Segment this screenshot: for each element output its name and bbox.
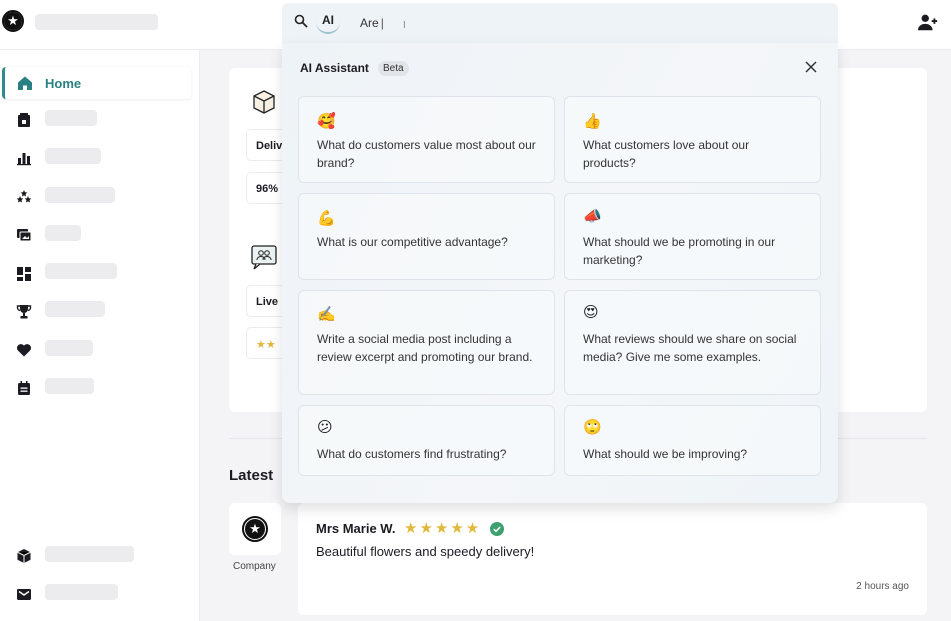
reviewer-name: Mrs Marie W. bbox=[316, 521, 396, 536]
box-icon[interactable] bbox=[16, 548, 32, 564]
heart-icon[interactable] bbox=[16, 342, 32, 358]
close-icon[interactable] bbox=[804, 60, 818, 74]
writing-hand-emoji-icon: ✍️ bbox=[317, 306, 336, 323]
latest-heading: Latest bbox=[229, 467, 274, 484]
company-avatar[interactable]: ★ bbox=[229, 503, 281, 555]
sidebar-item-label: Home bbox=[45, 75, 82, 91]
suggestion-card[interactable]: 😕 What do customers find frustrating? bbox=[298, 405, 555, 476]
suggestion-card[interactable]: 🥰 What do customers value most about our… bbox=[298, 96, 555, 183]
review-stars: ★★★★★ bbox=[404, 520, 482, 537]
ai-assistant-panel: AI Assistant Beta 🥰 What do customers va… bbox=[282, 43, 838, 503]
review-timestamp: 2 hours ago bbox=[856, 581, 909, 592]
suggestion-text: What reviews should we share on social m… bbox=[583, 332, 797, 364]
search-icon[interactable] bbox=[294, 14, 308, 28]
review-text: Beautiful flowers and speedy delivery! bbox=[316, 544, 535, 559]
inbox-icon[interactable] bbox=[16, 586, 32, 602]
calendar-icon[interactable] bbox=[16, 380, 32, 396]
sidebar-label-placeholder bbox=[45, 340, 93, 356]
suggestion-card[interactable]: 😍 What reviews should we share on social… bbox=[564, 290, 821, 395]
eye-roll-emoji-icon: 🙄 bbox=[583, 419, 602, 436]
ai-mode-toggle[interactable]: AI bbox=[316, 10, 340, 34]
sidebar-label-placeholder bbox=[45, 301, 105, 317]
bar-chart-icon[interactable] bbox=[16, 150, 32, 166]
suggestion-card[interactable]: 🙄 What should we be improving? bbox=[564, 405, 821, 476]
text-cursor-icon: I bbox=[403, 20, 406, 31]
company-label: Company bbox=[233, 561, 276, 572]
suggestion-text: What should we be promoting in our marke… bbox=[583, 235, 776, 267]
sidebar-label-placeholder bbox=[45, 584, 118, 600]
suggestion-card[interactable]: 👍 What customers love about our products… bbox=[564, 96, 821, 183]
ai-search-bar[interactable]: AI Are I bbox=[282, 3, 838, 43]
suggestion-card[interactable]: ✍️ Write a social media post including a… bbox=[298, 290, 555, 395]
flexed-biceps-emoji-icon: 💪 bbox=[317, 210, 336, 227]
sidebar: Home bbox=[0, 50, 200, 621]
package-icon bbox=[253, 90, 275, 114]
sidebar-label-placeholder bbox=[45, 187, 115, 203]
suggestion-text: What customers love about our products? bbox=[583, 138, 750, 170]
suggestion-text: What do customers value most about our b… bbox=[317, 138, 536, 170]
suggestion-text: Write a social media post including a re… bbox=[317, 332, 533, 364]
dashboard-icon[interactable] bbox=[16, 266, 32, 282]
confused-face-emoji-icon: 😕 bbox=[317, 419, 333, 436]
home-icon bbox=[18, 76, 32, 90]
verified-icon bbox=[490, 522, 504, 536]
trophy-icon[interactable] bbox=[16, 304, 32, 320]
suggestion-card[interactable]: 📣 What should we be promoting in our mar… bbox=[564, 193, 821, 280]
sidebar-label-placeholder bbox=[45, 225, 81, 241]
megaphone-emoji-icon: 📣 bbox=[583, 208, 602, 225]
brand-logo[interactable]: ★ bbox=[2, 10, 24, 32]
sidebar-label-placeholder bbox=[45, 546, 134, 562]
smiling-hearts-emoji-icon: 🥰 bbox=[317, 113, 336, 130]
reviews-chat-icon bbox=[251, 245, 277, 270]
search-input[interactable]: Are bbox=[360, 16, 384, 30]
heart-eyes-emoji-icon: 😍 bbox=[583, 304, 599, 321]
images-icon[interactable] bbox=[16, 227, 32, 243]
suggestion-card[interactable]: 💪 What is our competitive advantage? bbox=[298, 193, 555, 280]
sidebar-label-placeholder bbox=[45, 378, 94, 394]
sidebar-item-home[interactable]: Home bbox=[2, 67, 191, 99]
brand-logo-glyph: ★ bbox=[4, 12, 22, 30]
add-user-icon[interactable] bbox=[917, 11, 939, 33]
thumbs-up-emoji-icon: 👍 bbox=[583, 113, 602, 130]
suggestion-text: What should we be improving? bbox=[583, 447, 748, 461]
sidebar-label-placeholder bbox=[45, 110, 97, 126]
beta-badge: Beta bbox=[378, 61, 409, 76]
review-card[interactable]: Mrs Marie W. ★★★★★ Beautiful flowers and… bbox=[298, 503, 927, 615]
suggestion-text: What is our competitive advantage? bbox=[317, 235, 508, 249]
sidebar-label-placeholder bbox=[45, 148, 101, 164]
ai-assistant-title: AI Assistant bbox=[300, 61, 369, 75]
company-logo: ★ bbox=[242, 516, 268, 542]
store-icon[interactable] bbox=[16, 112, 32, 128]
stars-icon[interactable] bbox=[16, 189, 32, 205]
company-logo-glyph: ★ bbox=[245, 519, 265, 539]
suggestion-text: What do customers find frustrating? bbox=[317, 447, 507, 461]
sidebar-label-placeholder bbox=[45, 263, 117, 279]
account-name-placeholder bbox=[35, 14, 158, 30]
